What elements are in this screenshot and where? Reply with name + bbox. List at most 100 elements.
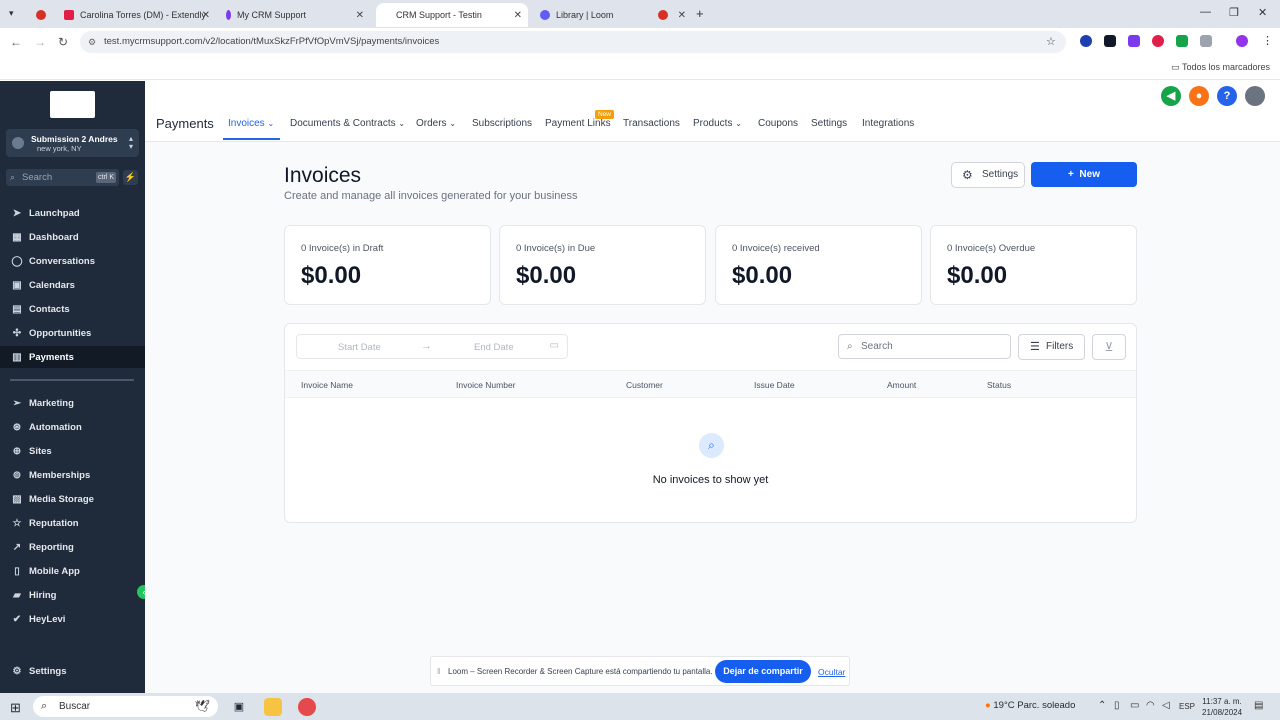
sidebar-item-settings[interactable]: ⚙ Settings xyxy=(0,660,145,682)
volume-icon[interactable]: ◁ xyxy=(1162,700,1170,711)
tab-settings[interactable]: Settings xyxy=(811,118,847,129)
reload-icon[interactable]: ↻ xyxy=(58,35,68,49)
sidebar-item-payments[interactable]: ▥ Payments xyxy=(0,346,145,368)
windows-start-icon[interactable]: ⊞ xyxy=(10,700,21,716)
input-language[interactable]: ESP xyxy=(1179,702,1195,711)
filters-button[interactable]: ☰ Filters xyxy=(1018,334,1085,360)
wifi-icon[interactable]: ◠ xyxy=(1146,700,1155,711)
sidebar-item-dashboard[interactable]: ▦ Dashboard xyxy=(0,226,145,248)
chevron-up-icon[interactable]: ⌃ xyxy=(1098,700,1106,711)
tab-close-icon[interactable]: ✕ xyxy=(678,10,686,21)
extension-3-icon[interactable] xyxy=(1128,35,1140,47)
browser-tab-my-crm-support[interactable]: My CRM Support ✕ xyxy=(218,3,370,27)
weather-widget[interactable]: ● 19°C Parc. soleado xyxy=(985,700,1075,711)
sidebar-item-opportunities[interactable]: ✣ Opportunities xyxy=(0,322,145,344)
tab-close-icon[interactable]: ✕ xyxy=(356,10,364,21)
bookmark-star-icon[interactable]: ☆ xyxy=(1046,35,1056,48)
extensions-puzzle-icon[interactable] xyxy=(1200,35,1212,47)
sidebar-item-reputation[interactable]: ☆ Reputation xyxy=(0,512,145,534)
column-header-invoice-number[interactable]: Invoice Number xyxy=(456,380,516,390)
announcements-megaphone-icon[interactable]: ◀ xyxy=(1161,86,1181,106)
extension-4-icon[interactable] xyxy=(1152,35,1164,47)
date-range-picker[interactable]: Start Date → End Date ▭ xyxy=(296,334,568,359)
sidebar-item-automation[interactable]: ⊛ Automation xyxy=(0,416,145,438)
tab-products[interactable]: Products ⌄ xyxy=(693,118,742,129)
column-header-issue-date[interactable]: Issue Date xyxy=(754,380,795,390)
tab-invoices[interactable]: Invoices ⌄ xyxy=(228,118,274,129)
sidebar-item-marketing[interactable]: ➢ Marketing xyxy=(0,392,145,414)
browser-tab-crm-support-testing[interactable]: CRM Support - Testin ✕ xyxy=(376,3,528,27)
tab-close-icon[interactable]: ✕ xyxy=(514,10,522,21)
drag-handle-icon[interactable]: ‖ xyxy=(437,667,440,676)
sidebar-item-media-storage[interactable]: ▨ Media Storage xyxy=(0,488,145,510)
forward-icon[interactable]: → xyxy=(34,35,46,49)
company-logo[interactable] xyxy=(50,91,95,118)
tab-close-icon[interactable]: ✕ xyxy=(202,10,210,21)
sidebar-item-contacts[interactable]: ▤ Contacts xyxy=(0,298,145,320)
windows-taskbar: ⊞ ⌕ Buscar 🕊 ▣ ● 19°C Parc. soleado ⌃ ▯ … xyxy=(0,693,1280,720)
tab-integrations[interactable]: Integrations xyxy=(862,118,914,129)
new-tab-icon[interactable]: + xyxy=(696,6,704,21)
user-avatar[interactable] xyxy=(1245,86,1265,106)
search-placeholder: Buscar xyxy=(59,701,91,712)
sidebar-item-launchpad[interactable]: ➤ Launchpad xyxy=(0,202,145,224)
tab-documents-contracts[interactable]: Documents & Contracts ⌄ xyxy=(290,118,405,129)
account-switcher[interactable]: Submission 2 Andres new york, NY ▴ ▾ xyxy=(6,129,139,157)
sidebar-search-input[interactable]: ⌕ Search ctrl K xyxy=(6,169,119,186)
sidebar-item-sites[interactable]: ⊕ Sites xyxy=(0,440,145,462)
taskbar-search-input[interactable]: ⌕ Buscar 🕊 xyxy=(33,696,218,717)
tab-search-icon[interactable]: ▾ xyxy=(9,8,14,19)
sidebar-item-conversations[interactable]: ◯ Conversations xyxy=(0,250,145,272)
column-header-invoice-name[interactable]: Invoice Name xyxy=(301,380,353,390)
file-explorer-icon[interactable] xyxy=(264,698,282,716)
restore-icon[interactable]: ❐ xyxy=(1229,6,1239,19)
minimize-icon[interactable]: — xyxy=(1200,6,1211,18)
sidebar-item-calendars[interactable]: ▣ Calendars xyxy=(0,274,145,296)
tab-payment-links[interactable]: Payment Links xyxy=(545,118,611,129)
browser-tab-extendly[interactable]: Carolina Torres (DM) - Extendly ✕ xyxy=(56,3,216,27)
address-bar[interactable]: ⚙ test.mycrmsupport.com/v2/location/tMux… xyxy=(80,31,1066,53)
browser-tab-pinned[interactable] xyxy=(28,3,54,27)
browser-tab-recording[interactable]: ✕ xyxy=(650,3,690,27)
tray-icon-1[interactable]: ▯ xyxy=(1114,700,1120,711)
tray-icon-2[interactable]: ▭ xyxy=(1130,700,1139,711)
system-clock[interactable]: 11:37 a. m. 21/08/2024 xyxy=(1202,696,1242,718)
extension-1-icon[interactable] xyxy=(1080,35,1092,47)
sidebar-item-label: Conversations xyxy=(29,255,95,267)
tab-subscriptions[interactable]: Subscriptions xyxy=(472,118,532,129)
sidebar-item-mobile-app[interactable]: ▯ Mobile App xyxy=(0,560,145,582)
column-header-amount[interactable]: Amount xyxy=(887,380,916,390)
help-icon[interactable]: ? xyxy=(1217,86,1237,106)
site-info-icon[interactable]: ⚙ xyxy=(88,31,96,53)
task-view-icon[interactable]: ▣ xyxy=(230,698,248,716)
notifications-bell-icon[interactable]: ● xyxy=(1189,86,1209,106)
sidebar-item-reporting[interactable]: ↗ Reporting xyxy=(0,536,145,558)
hide-link[interactable]: Ocultar xyxy=(818,667,845,677)
stop-sharing-button[interactable]: Dejar de compartir xyxy=(715,660,811,683)
sidebar-item-heylevi[interactable]: ✔ HeyLevi xyxy=(0,608,145,630)
notification-center-icon[interactable]: ▤ xyxy=(1254,700,1263,711)
back-icon[interactable]: ← xyxy=(10,35,22,49)
extension-5-icon[interactable] xyxy=(1176,35,1188,47)
download-button[interactable]: ⊻ xyxy=(1092,334,1126,360)
invoice-search-input[interactable]: ⌕ Search xyxy=(838,334,1011,359)
screen-share-bar: ‖ Loom – Screen Recorder & Screen Captur… xyxy=(430,656,850,686)
column-header-status[interactable]: Status xyxy=(987,380,1011,390)
sidebar-item-label: Settings xyxy=(29,665,67,677)
column-header-customer[interactable]: Customer xyxy=(626,380,663,390)
new-invoice-button[interactable]: + New xyxy=(1031,162,1137,187)
tab-transactions[interactable]: Transactions xyxy=(623,118,680,129)
profile-avatar[interactable] xyxy=(1236,35,1248,47)
window-close-icon[interactable]: ✕ xyxy=(1258,6,1267,19)
settings-button[interactable]: ⚙ Settings xyxy=(951,162,1025,188)
all-bookmarks-folder[interactable]: ▭ Todos los marcadores xyxy=(1171,62,1270,73)
browser-tab-loom-library[interactable]: Library | Loom xyxy=(532,3,652,27)
chrome-menu-icon[interactable]: ⋮ xyxy=(1262,34,1273,47)
quick-actions-bolt-icon[interactable]: ⚡ xyxy=(123,170,138,185)
tab-orders[interactable]: Orders ⌄ xyxy=(416,118,456,129)
chrome-icon[interactable] xyxy=(298,698,316,716)
sidebar-item-memberships[interactable]: ⊚ Memberships xyxy=(0,464,145,486)
sidebar-item-hiring[interactable]: ▰ Hiring xyxy=(0,584,145,606)
tab-coupons[interactable]: Coupons xyxy=(758,118,798,129)
extension-2-icon[interactable] xyxy=(1104,35,1116,47)
